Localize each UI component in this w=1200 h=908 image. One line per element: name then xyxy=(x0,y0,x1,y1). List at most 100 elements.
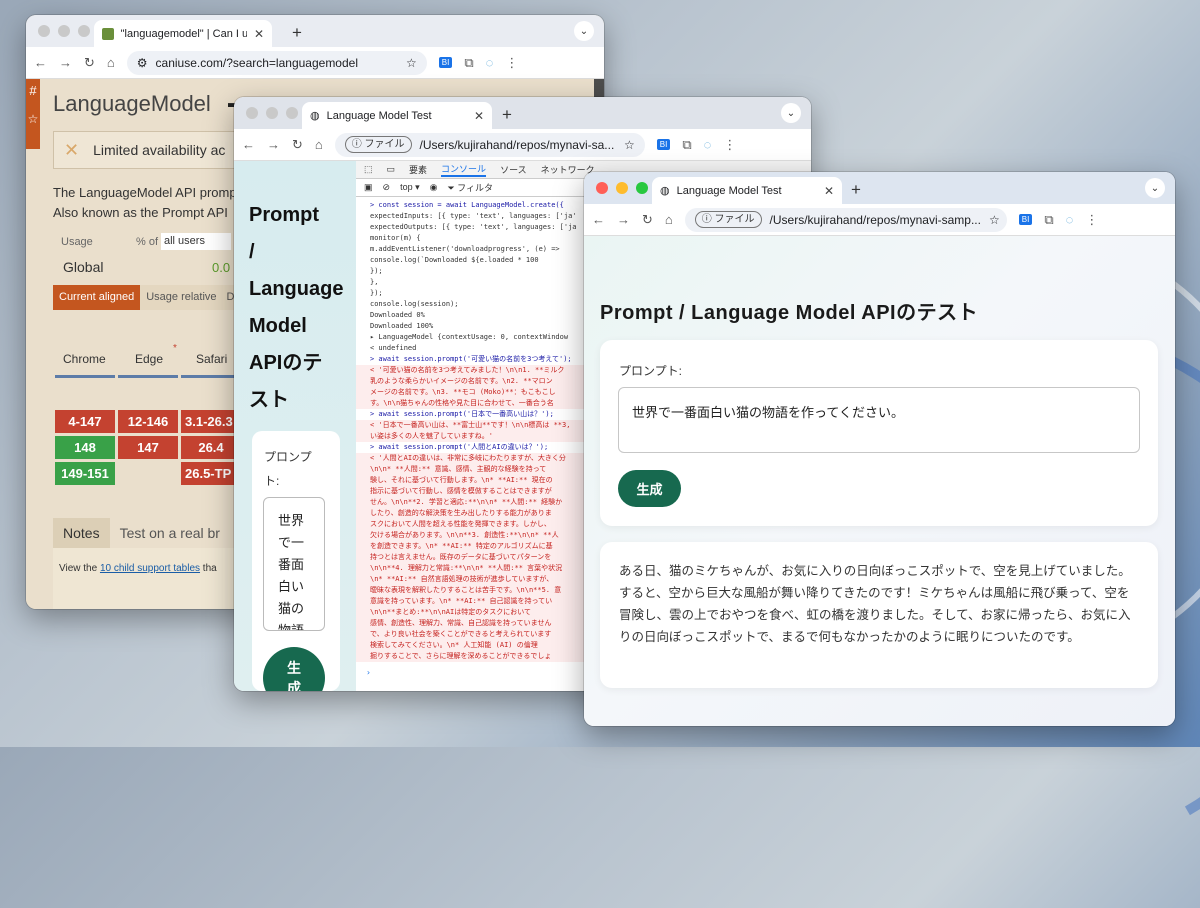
support-cell[interactable]: 26.4 xyxy=(181,436,241,459)
tab-language-model-test[interactable]: ◍ Language Model Test ✕ xyxy=(652,177,842,204)
bookmark-star-icon[interactable]: ☆ xyxy=(989,213,1000,227)
browser-chrome-label: Chrome xyxy=(63,352,106,366)
users-select[interactable]: all users xyxy=(161,233,231,250)
close-window-button[interactable] xyxy=(596,182,608,194)
tab-caniuse[interactable]: "languagemodel" | Can I use... ✕ xyxy=(94,20,272,47)
back-icon[interactable]: ← xyxy=(242,137,255,152)
address-bar[interactable]: ⓘ ファイル /Users/kujirahand/repos/mynavi-sa… xyxy=(684,207,1007,232)
support-cell[interactable]: 3.1-26.3 xyxy=(181,410,241,433)
support-cell[interactable]: 149-151 xyxy=(55,462,115,485)
tab-current-aligned[interactable]: Current aligned xyxy=(53,285,141,310)
menu-kebab-icon[interactable]: ⋮ xyxy=(505,55,518,71)
close-window-button[interactable] xyxy=(246,107,258,119)
reload-icon[interactable]: ↻ xyxy=(84,55,95,71)
reload-icon[interactable]: ↻ xyxy=(292,137,303,153)
star-icon[interactable]: ☆ xyxy=(26,112,40,126)
minimize-window-button[interactable] xyxy=(58,25,70,37)
site-info-icon[interactable]: ⚙ xyxy=(137,56,148,70)
zoom-window-button[interactable] xyxy=(636,182,648,194)
device-toolbar-icon[interactable]: ▭ xyxy=(387,164,396,175)
zoom-window-button[interactable] xyxy=(78,25,90,37)
close-tab-icon[interactable]: ✕ xyxy=(474,109,484,123)
hash-icon[interactable]: # xyxy=(26,83,40,98)
profile-spinner-icon[interactable]: ◌ xyxy=(1066,212,1074,227)
bookmark-star-icon[interactable]: ☆ xyxy=(624,138,635,152)
forward-icon[interactable]: → xyxy=(59,55,72,70)
menu-kebab-icon[interactable]: ⋮ xyxy=(1085,212,1098,228)
extensions-puzzle-icon[interactable]: ⧉ xyxy=(1044,212,1053,228)
globe-icon: ◍ xyxy=(310,110,320,122)
new-tab-button[interactable]: + xyxy=(292,23,302,43)
tab-language-model-test[interactable]: ◍ Language Model Test ✕ xyxy=(302,102,492,129)
reload-icon[interactable]: ↻ xyxy=(642,212,653,228)
tab-strip: ◍ Language Model Test ✕ + ⌄ xyxy=(584,172,1175,204)
url-text: /Users/kujirahand/repos/mynavi-sa... xyxy=(419,137,615,152)
extensions-puzzle-icon[interactable]: ⧉ xyxy=(464,55,473,71)
usage-label: Usage xyxy=(61,236,93,248)
tab-search-button[interactable]: ⌄ xyxy=(1145,178,1165,198)
minimize-window-button[interactable] xyxy=(266,107,278,119)
devtab-console[interactable]: コンソール xyxy=(441,162,487,177)
close-window-button[interactable] xyxy=(38,25,50,37)
new-tab-button[interactable]: + xyxy=(851,180,861,200)
tab-usage-relative[interactable]: Usage relative xyxy=(140,285,223,310)
generate-button[interactable]: 生 成 xyxy=(263,647,325,691)
tab-test-real-browser[interactable]: Test on a real br xyxy=(110,518,230,548)
profile-spinner-icon[interactable]: ◌ xyxy=(486,55,494,70)
tab-search-button[interactable]: ⌄ xyxy=(781,103,801,123)
tab-search-button[interactable]: ⌄ xyxy=(574,21,594,41)
home-icon[interactable]: ⌂ xyxy=(107,55,115,70)
support-cell[interactable]: 26.5-TP xyxy=(181,462,241,485)
minimize-window-button[interactable] xyxy=(616,182,628,194)
zoom-window-button[interactable] xyxy=(286,107,298,119)
support-cell[interactable]: 12-146 xyxy=(118,410,178,433)
close-tab-icon[interactable]: ✕ xyxy=(824,184,834,198)
extension-icon[interactable]: BI xyxy=(1018,214,1033,225)
tab-notes[interactable]: Notes xyxy=(53,518,110,548)
page-title-line: Model xyxy=(249,315,307,337)
console-prompt-caret[interactable]: › xyxy=(366,668,371,677)
view-tabs: Current aligned Usage relative D xyxy=(53,285,239,310)
textarea-line: 猫の xyxy=(278,601,305,616)
support-cell[interactable]: 4-147 xyxy=(55,410,115,433)
new-tab-button[interactable]: + xyxy=(502,105,512,125)
sidebar-toggle-icon[interactable]: ▣ xyxy=(364,182,373,193)
feature-heading: LanguageModel xyxy=(53,91,211,116)
edge-bar xyxy=(118,375,178,378)
page-viewport: Prompt / Language Model APIのテスト プロンプト: 世… xyxy=(584,236,1175,726)
generate-label-line: 成 xyxy=(287,680,301,691)
prompt-textarea[interactable]: 世界で一番面白い猫の物語を作ってください。 xyxy=(618,387,1140,453)
devtab-sources[interactable]: ソース xyxy=(500,163,527,176)
menu-kebab-icon[interactable]: ⋮ xyxy=(723,137,736,153)
caniuse-favicon-icon xyxy=(102,27,114,40)
filter-icon[interactable]: ⏷ フィルタ xyxy=(447,181,493,194)
inspect-icon[interactable]: ⬚ xyxy=(364,164,373,175)
page-title-line: Language xyxy=(249,278,344,300)
home-icon[interactable]: ⌂ xyxy=(315,137,323,152)
devtab-elements[interactable]: 要素 xyxy=(409,163,427,176)
child-support-tables-link[interactable]: 10 child support tables xyxy=(100,563,200,574)
eye-icon[interactable]: ◉ xyxy=(430,182,438,193)
extensions-puzzle-icon[interactable]: ⧉ xyxy=(682,137,691,153)
bookmark-star-icon[interactable]: ☆ xyxy=(406,56,417,70)
context-select[interactable]: top ▾ xyxy=(400,182,420,193)
clear-console-icon[interactable]: ⊘ xyxy=(383,182,391,193)
home-icon[interactable]: ⌂ xyxy=(665,212,673,227)
support-cell[interactable]: 147 xyxy=(118,436,178,459)
address-bar[interactable]: ⚙ caniuse.com/?search=languagemodel ☆ xyxy=(126,50,427,75)
support-cell[interactable]: 148 xyxy=(55,436,115,459)
address-bar[interactable]: ⓘ ファイル /Users/kujirahand/repos/mynavi-sa… xyxy=(334,132,645,157)
file-scheme-chip[interactable]: ⓘ ファイル xyxy=(344,136,412,153)
close-tab-icon[interactable]: ✕ xyxy=(254,27,264,41)
extension-icon[interactable]: BI xyxy=(438,57,453,68)
extension-icon[interactable]: BI xyxy=(656,139,671,150)
forward-icon[interactable]: → xyxy=(267,137,280,152)
forward-icon[interactable]: → xyxy=(617,212,630,227)
profile-spinner-icon[interactable]: ◌ xyxy=(704,137,712,152)
page-title: Prompt / Language Model APIのテスト xyxy=(600,302,979,324)
prompt-textarea[interactable]: 世界 で一 番面 白い 猫の 物語 xyxy=(263,497,325,631)
generate-button[interactable]: 生成 xyxy=(618,470,681,507)
back-icon[interactable]: ← xyxy=(34,55,47,70)
file-scheme-chip[interactable]: ⓘ ファイル xyxy=(694,211,762,228)
back-icon[interactable]: ← xyxy=(592,212,605,227)
